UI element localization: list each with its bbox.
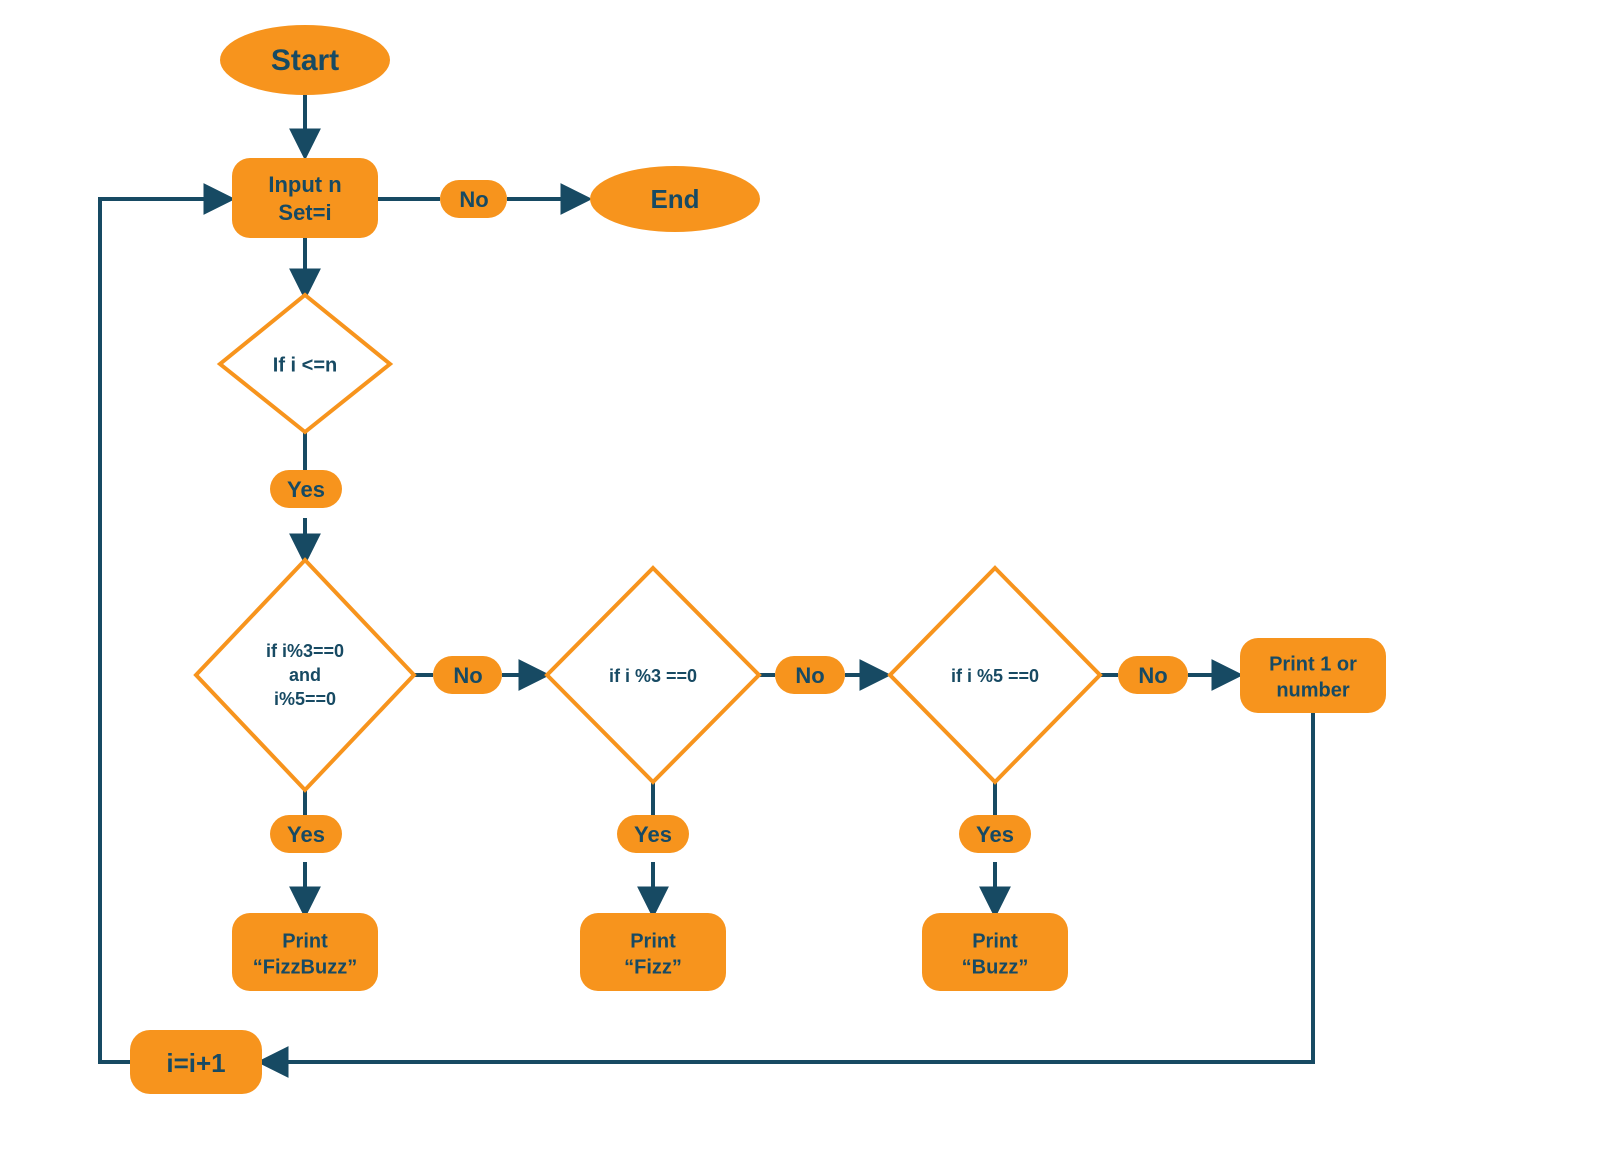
print-fizz-l2: “Fizz” xyxy=(624,956,682,978)
cond-5-label: if i %5 ==0 xyxy=(951,666,1039,686)
cond-loop-label: If i <=n xyxy=(273,354,337,376)
increment-node: i=i+1 xyxy=(130,1030,262,1094)
cond-mod3-diamond: if i %3 ==0 xyxy=(547,568,759,782)
input-label-line1: Input n xyxy=(268,172,341,197)
print-fb-l2: “FizzBuzz” xyxy=(253,956,357,978)
cond-3-label: if i %3 ==0 xyxy=(609,666,697,686)
cond-fb-l3: i%5==0 xyxy=(274,689,336,709)
print-number-node: Print 1 or number xyxy=(1240,638,1386,713)
cond-mod5-diamond: if i %5 ==0 xyxy=(890,568,1100,782)
cond-loop-diamond: If i <=n xyxy=(220,295,390,432)
no-label-5-num: No xyxy=(1118,656,1188,694)
yes-label-5: Yes xyxy=(959,815,1031,853)
yes-label-loop: Yes xyxy=(270,470,342,508)
print-num-l2: number xyxy=(1276,679,1350,701)
cond-fb-l1: if i%3==0 xyxy=(266,641,344,661)
no-label-input-end: No xyxy=(440,180,507,218)
end-label: End xyxy=(650,184,699,214)
print-fizz-node: Print “Fizz” xyxy=(580,913,726,991)
print-fizzbuzz-node: Print “FizzBuzz” xyxy=(232,913,378,991)
input-label-line2: Set=i xyxy=(278,200,331,225)
print-buzz-l2: “Buzz” xyxy=(962,956,1029,978)
incr-label: i=i+1 xyxy=(166,1048,225,1078)
start-node: Start xyxy=(220,25,390,95)
no-label-fb-3: No xyxy=(433,656,502,694)
no-text-1: No xyxy=(459,187,488,212)
yes-text-5: Yes xyxy=(976,822,1014,847)
no-text-3: No xyxy=(795,663,824,688)
print-buzz-l1: Print xyxy=(972,930,1018,952)
yes-label-3: Yes xyxy=(617,815,689,853)
start-label: Start xyxy=(271,44,339,77)
no-text-4: No xyxy=(1138,663,1167,688)
input-node: Input n Set=i xyxy=(232,158,378,238)
print-buzz-node: Print “Buzz” xyxy=(922,913,1068,991)
print-num-l1: Print 1 or xyxy=(1269,653,1357,675)
no-text-2: No xyxy=(453,663,482,688)
cond-fb-l2: and xyxy=(289,665,321,685)
yes-text-fb: Yes xyxy=(287,822,325,847)
yes-text-loop: Yes xyxy=(287,477,325,502)
yes-label-fb: Yes xyxy=(270,815,342,853)
end-node: End xyxy=(590,166,760,232)
yes-text-3: Yes xyxy=(634,822,672,847)
print-fizz-l1: Print xyxy=(630,930,676,952)
no-label-3-5: No xyxy=(775,656,845,694)
print-fb-l1: Print xyxy=(282,930,328,952)
cond-fizzbuzz-diamond: if i%3==0 and i%5==0 xyxy=(196,560,414,790)
flowchart-canvas: Start Input n Set=i No End If i <=n Yes … xyxy=(0,0,1600,1170)
